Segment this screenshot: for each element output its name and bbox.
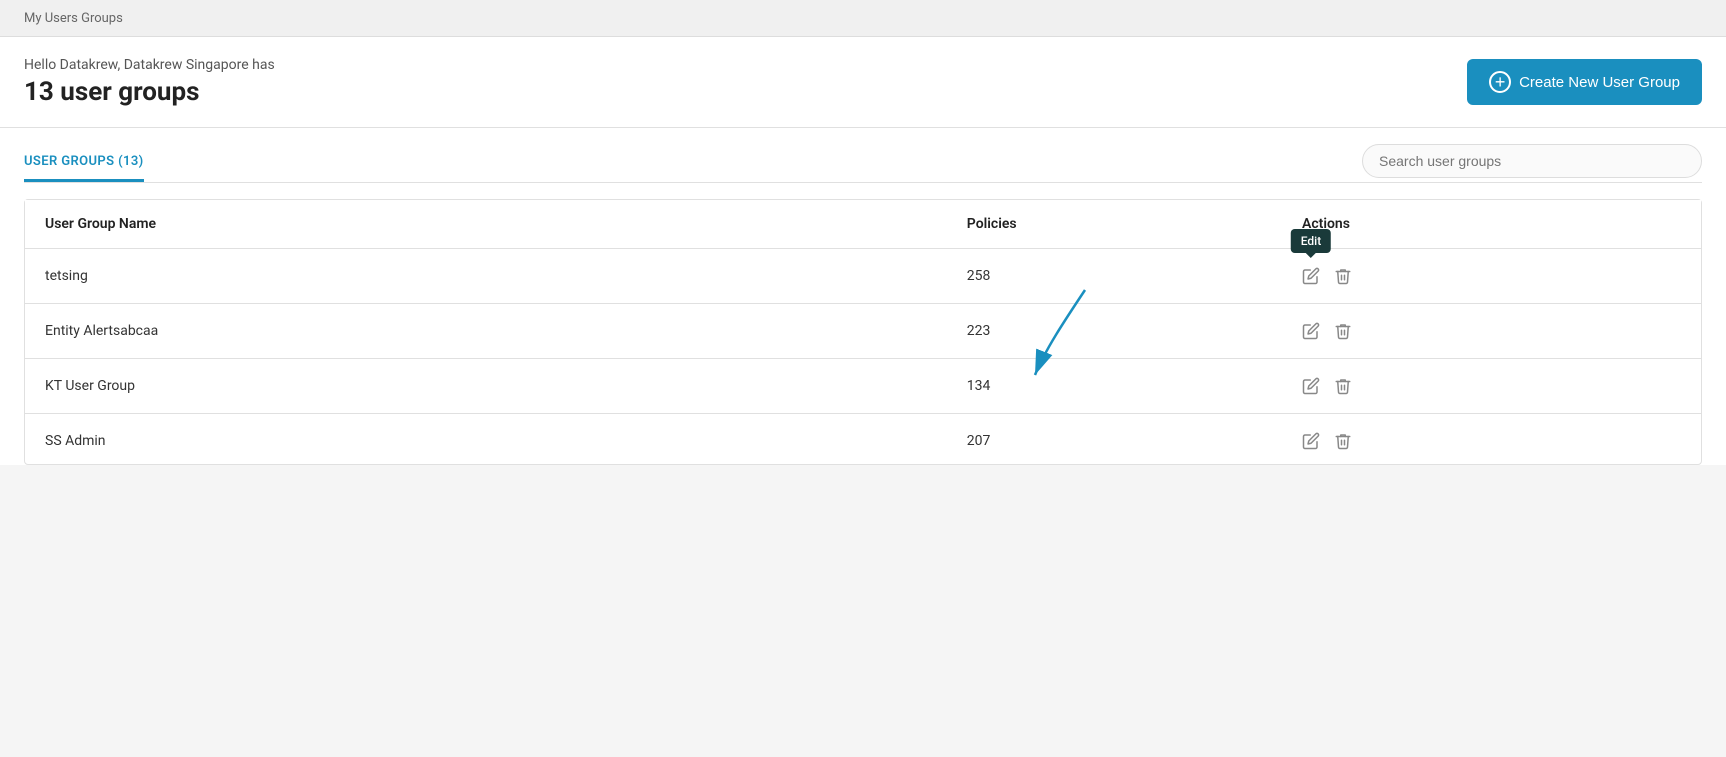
cell-policies: 134 xyxy=(947,359,1282,414)
tabs-search-row: USER GROUPS (13) xyxy=(24,128,1702,183)
table-row: tetsing 258 Edit xyxy=(25,249,1701,304)
actions-cell: Edit xyxy=(1302,267,1681,285)
edit-icon[interactable] xyxy=(1302,432,1320,450)
search-input[interactable] xyxy=(1379,153,1685,169)
actions-cell xyxy=(1302,432,1681,450)
header-title-section: Hello Datakrew, Datakrew Singapore has 1… xyxy=(24,57,275,107)
cell-actions xyxy=(1282,414,1701,465)
delete-icon[interactable] xyxy=(1334,267,1352,285)
cell-policies: 258 xyxy=(947,249,1282,304)
edit-icon[interactable] xyxy=(1302,322,1320,340)
content-card: USER GROUPS (13) User Group Name Policie… xyxy=(0,128,1726,465)
delete-icon[interactable] xyxy=(1334,432,1352,450)
tab-user-groups[interactable]: USER GROUPS (13) xyxy=(24,154,144,182)
cell-group-name: tetsing xyxy=(25,249,947,304)
header-count: 13 user groups xyxy=(24,77,275,107)
create-button-label: Create New User Group xyxy=(1519,74,1680,91)
cell-policies: 223 xyxy=(947,304,1282,359)
cell-policies: 207 xyxy=(947,414,1282,465)
edit-tooltip-wrapper: Edit xyxy=(1302,267,1320,285)
delete-icon[interactable] xyxy=(1334,322,1352,340)
col-header-actions: Actions xyxy=(1282,200,1701,249)
cell-group-name: KT User Group xyxy=(25,359,947,414)
table-wrap: User Group Name Policies Actions tetsing… xyxy=(0,199,1726,465)
cell-group-name: SS Admin xyxy=(25,414,947,465)
actions-cell xyxy=(1302,377,1681,395)
plus-icon: + xyxy=(1489,71,1511,93)
col-header-name: User Group Name xyxy=(25,200,947,249)
search-box xyxy=(1362,144,1702,178)
breadcrumb: My Users Groups xyxy=(24,11,123,26)
table-header: User Group Name Policies Actions xyxy=(25,200,1701,249)
table-row: KT User Group 134 xyxy=(25,359,1701,414)
user-groups-table: User Group Name Policies Actions tetsing… xyxy=(25,200,1701,464)
edit-icon[interactable] xyxy=(1302,377,1320,395)
col-header-policies: Policies xyxy=(947,200,1282,249)
page-wrapper: My Users Groups Hello Datakrew, Datakrew… xyxy=(0,0,1726,757)
header-subtitle: Hello Datakrew, Datakrew Singapore has xyxy=(24,57,275,73)
edit-icon[interactable] xyxy=(1302,267,1320,285)
breadcrumb-bar: My Users Groups xyxy=(0,0,1726,37)
cell-actions xyxy=(1282,359,1701,414)
table-row: Entity Alertsabcaa 223 xyxy=(25,304,1701,359)
delete-icon[interactable] xyxy=(1334,377,1352,395)
create-user-group-button[interactable]: + Create New User Group xyxy=(1467,59,1702,105)
table-container: User Group Name Policies Actions tetsing… xyxy=(24,199,1702,465)
cell-actions: Edit xyxy=(1282,249,1701,304)
actions-cell xyxy=(1302,322,1681,340)
cell-actions xyxy=(1282,304,1701,359)
table-row: SS Admin 207 xyxy=(25,414,1701,465)
main-header: Hello Datakrew, Datakrew Singapore has 1… xyxy=(0,37,1726,128)
cell-group-name: Entity Alertsabcaa xyxy=(25,304,947,359)
table-body: tetsing 258 Edit xyxy=(25,249,1701,465)
